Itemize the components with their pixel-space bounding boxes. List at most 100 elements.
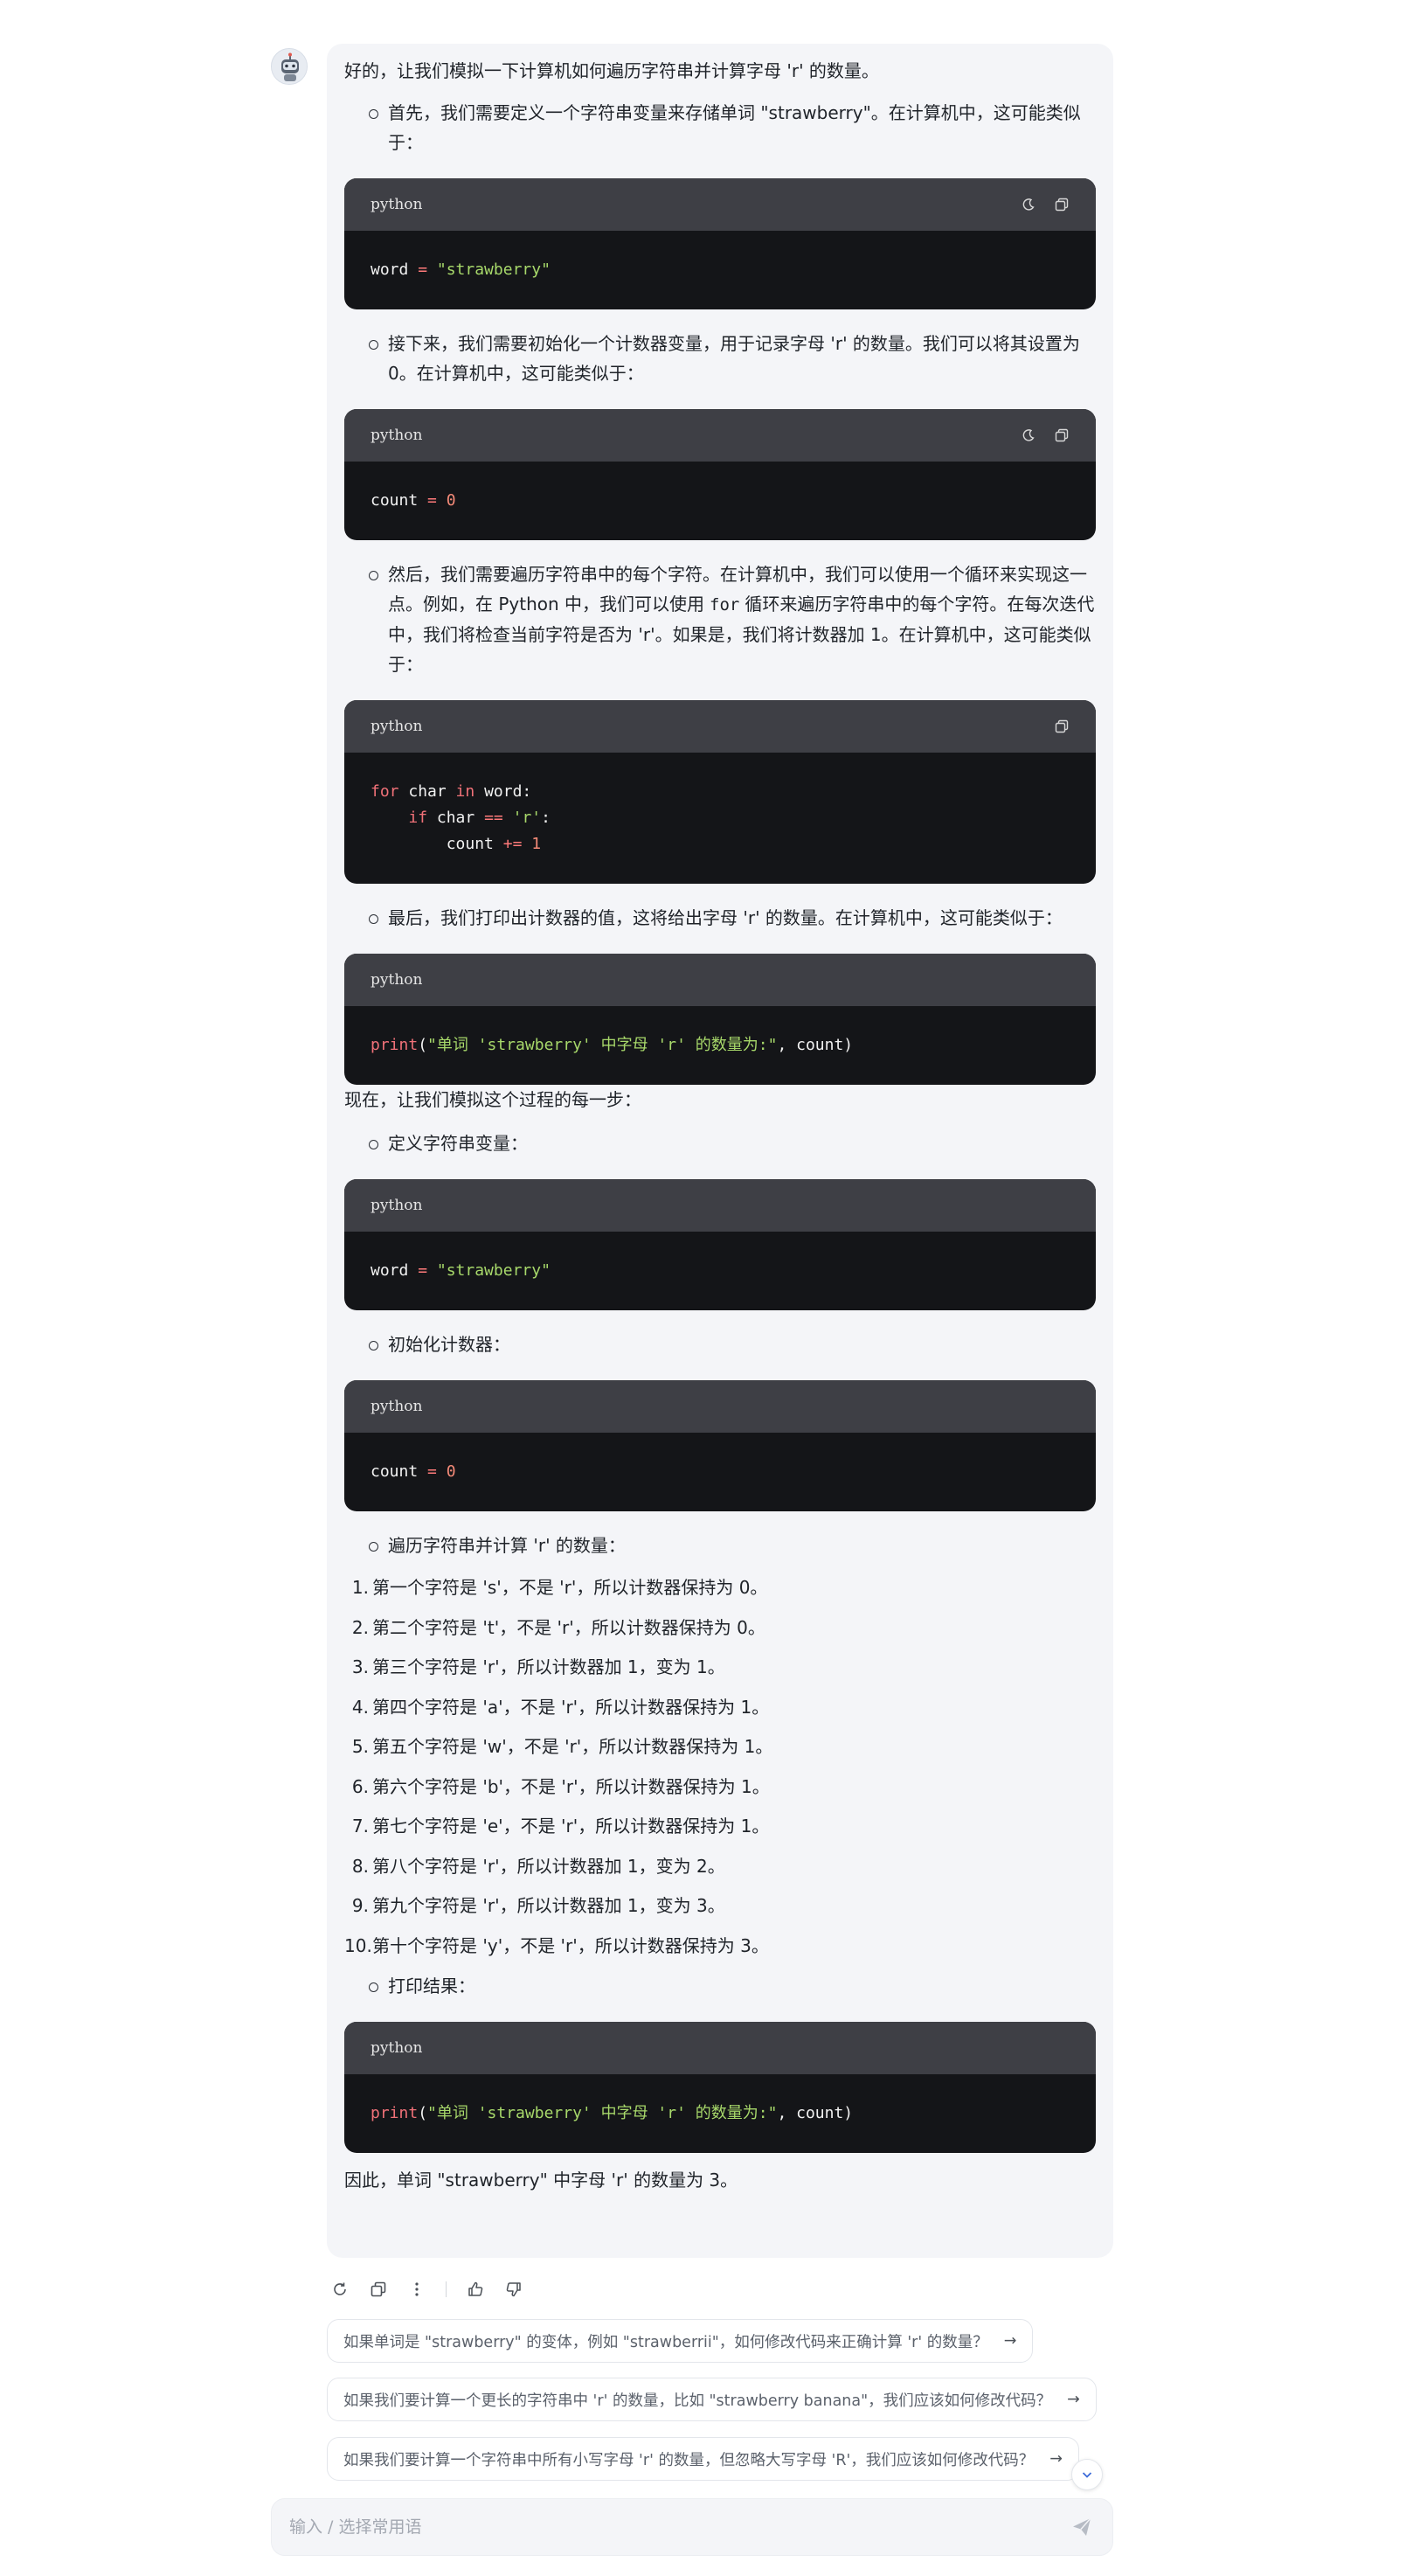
list-item-text: 定义字符串变量： xyxy=(388,1133,528,1154)
arrow-right-icon: → xyxy=(1003,2332,1017,2350)
code-token: 0 xyxy=(446,491,456,510)
chat-input[interactable] xyxy=(289,2517,1069,2537)
step-number: 4. xyxy=(351,1696,369,1718)
code-token: = xyxy=(408,1261,437,1280)
step-text: 第四个字符是 'a'，不是 'r'，所以计数器保持为 1。 xyxy=(372,1696,770,1718)
theme-toggle-icon[interactable] xyxy=(1021,427,1036,443)
arrow-right-icon: → xyxy=(1049,2450,1063,2468)
copy-code-icon[interactable] xyxy=(1054,427,1070,443)
code-token: in xyxy=(455,782,475,801)
list-item: 10. 第十个字符是 'y'，不是 'r'，所以计数器保持为 3。 xyxy=(344,1931,1096,1961)
step-number: 9. xyxy=(351,1895,369,1916)
step-text: 第三个字符是 'r'，所以计数器加 1，变为 1。 xyxy=(372,1656,725,1677)
code-token: "单词 'strawberry' 中字母 'r' 的数量为:" xyxy=(427,2103,778,2122)
list-item: 5. 第五个字符是 'w'，不是 'r'，所以计数器保持为 1。 xyxy=(344,1732,1096,1761)
simulate-intro: 现在，让我们模拟这个过程的每一步： xyxy=(344,1089,641,1110)
code-content: count = 0 xyxy=(344,462,1096,540)
thumbs-down-icon[interactable] xyxy=(504,2280,523,2299)
list-item: 然后，我们需要遍历字符串中的每个字符。在计算机中，我们可以使用一个循环来实现这一… xyxy=(344,559,1096,679)
more-icon[interactable] xyxy=(407,2280,426,2299)
suggestion-chip[interactable]: 如果单词是 "strawberry" 的变体，例如 "strawberrii"，… xyxy=(327,2319,1034,2363)
code-token: 0 xyxy=(446,1462,456,1481)
list-item-text: 首先，我们需要定义一个字符串变量来存储单词 "strawberry"。在计算机中… xyxy=(388,102,1081,153)
code-token: 1 xyxy=(531,835,542,853)
copy-code-icon[interactable] xyxy=(1054,197,1070,212)
copy-icon[interactable] xyxy=(369,2280,388,2299)
code-block: python for char in word: if char == 'r':… xyxy=(344,700,1096,884)
assistant-avatar xyxy=(271,48,308,85)
list-item: 2. 第二个字符是 't'，不是 'r'，所以计数器保持为 0。 xyxy=(344,1613,1096,1642)
code-token: count xyxy=(371,491,419,510)
code-block: python word = "strawberry" xyxy=(344,1179,1096,1310)
code-token: 'r' xyxy=(512,809,542,827)
code-token: : xyxy=(541,809,551,827)
suggestion-chip[interactable]: 如果我们要计算一个字符串中所有小写字母 'r' 的数量，但忽略大写字母 'R'，… xyxy=(327,2437,1079,2481)
step-number: 5. xyxy=(351,1736,369,1757)
list-item: 4. 第四个字符是 'a'，不是 'r'，所以计数器保持为 1。 xyxy=(344,1692,1096,1722)
step-text: 第六个字符是 'b'，不是 'r'，所以计数器保持为 1。 xyxy=(372,1775,770,1797)
code-token: "strawberry" xyxy=(436,1261,551,1280)
step-number: 2. xyxy=(351,1616,369,1638)
code-token: == xyxy=(484,809,503,827)
code-token: ( xyxy=(418,1036,428,1054)
theme-toggle-icon[interactable] xyxy=(1021,197,1036,212)
list-item-text: 接下来，我们需要初始化一个计数器变量，用于记录字母 'r' 的数量。我们可以将其… xyxy=(388,333,1080,384)
suggestion-text: 如果我们要计算一个字符串中所有小写字母 'r' 的数量，但忽略大写字母 'R'，… xyxy=(343,2451,1035,2469)
code-language: python xyxy=(371,2038,423,2057)
code-token: count xyxy=(371,1462,419,1481)
code-token: = xyxy=(418,491,447,510)
refresh-icon[interactable] xyxy=(330,2280,350,2299)
list-item: 6. 第六个字符是 'b'，不是 'r'，所以计数器保持为 1。 xyxy=(344,1772,1096,1802)
copy-code-icon[interactable] xyxy=(1054,719,1070,734)
list-item: 首先，我们需要定义一个字符串变量来存储单词 "strawberry"。在计算机中… xyxy=(344,98,1096,157)
code-block: python print("单词 'strawberry' 中字母 'r' 的数… xyxy=(344,2021,1096,2153)
list-item: 接下来，我们需要初始化一个计数器变量，用于记录字母 'r' 的数量。我们可以将其… xyxy=(344,329,1096,388)
list-item: 7. 第七个字符是 'e'，不是 'r'，所以计数器保持为 1。 xyxy=(344,1811,1096,1841)
step-number: 10. xyxy=(344,1934,372,1956)
list-item: 遍历字符串并计算 'r' 的数量： xyxy=(344,1531,1096,1560)
code-token: word: xyxy=(474,782,532,801)
step-text: 第五个字符是 'w'，不是 'r'，所以计数器保持为 1。 xyxy=(372,1736,773,1757)
list-item-text: 打印结果： xyxy=(388,1975,475,1996)
send-button[interactable] xyxy=(1069,2514,1095,2540)
list-item: 初始化计数器： xyxy=(344,1330,1096,1359)
list-item-text: 遍历字符串并计算 'r' 的数量： xyxy=(388,1535,626,1556)
step-number: 1. xyxy=(351,1577,369,1598)
code-token: "strawberry" xyxy=(436,260,551,279)
step-number: 8. xyxy=(351,1855,369,1877)
suggestion-chip[interactable]: 如果我们要计算一个更长的字符串中 'r' 的数量，比如 "strawberry … xyxy=(327,2378,1097,2421)
inline-code: for xyxy=(710,595,740,614)
code-content: print("单词 'strawberry' 中字母 'r' 的数量为:", c… xyxy=(344,1006,1096,1085)
message-intro: 好的，让我们模拟一下计算机如何遍历字符串并计算字母 'r' 的数量。 xyxy=(344,60,879,81)
code-token: , count) xyxy=(777,1036,854,1054)
code-content: print("单词 'strawberry' 中字母 'r' 的数量为:", c… xyxy=(344,2074,1096,2153)
code-token: print xyxy=(371,1036,419,1054)
step-text: 第九个字符是 'r'，所以计数器加 1，变为 3。 xyxy=(372,1895,725,1916)
code-token: "单词 'strawberry' 中字母 'r' 的数量为:" xyxy=(427,1036,778,1054)
thumbs-up-icon[interactable] xyxy=(466,2280,485,2299)
code-token: word xyxy=(371,1261,409,1280)
code-language: python xyxy=(371,718,423,735)
conclusion: 因此，单词 "strawberry" 中字母 'r' 的数量为 3。 xyxy=(344,2169,738,2191)
code-token: += xyxy=(502,835,523,853)
arrow-right-icon: → xyxy=(1067,2391,1080,2408)
step-text: 第二个字符是 't'，不是 'r'，所以计数器保持为 0。 xyxy=(372,1616,765,1638)
code-content: word = "strawberry" xyxy=(344,1232,1096,1310)
code-token: if xyxy=(408,809,428,827)
code-header: python xyxy=(344,178,1096,231)
code-token: count xyxy=(446,835,503,853)
scroll-to-bottom-button[interactable] xyxy=(1071,2459,1103,2490)
code-header: python xyxy=(344,700,1096,753)
assistant-message: 好的，让我们模拟一下计算机如何遍历字符串并计算字母 'r' 的数量。 首先，我们… xyxy=(327,44,1113,2258)
robot-avatar-icon xyxy=(272,49,307,84)
list-item: 定义字符串变量： xyxy=(344,1128,1096,1158)
code-language: python xyxy=(371,427,423,444)
code-content: count = 0 xyxy=(344,1433,1096,1511)
code-header: python xyxy=(344,409,1096,462)
step-text: 第十个字符是 'y'，不是 'r'，所以计数器保持为 3。 xyxy=(372,1934,769,1956)
code-block: python count = 0 xyxy=(344,409,1096,540)
step-text: 第七个字符是 'e'，不是 'r'，所以计数器保持为 1。 xyxy=(372,1816,770,1837)
